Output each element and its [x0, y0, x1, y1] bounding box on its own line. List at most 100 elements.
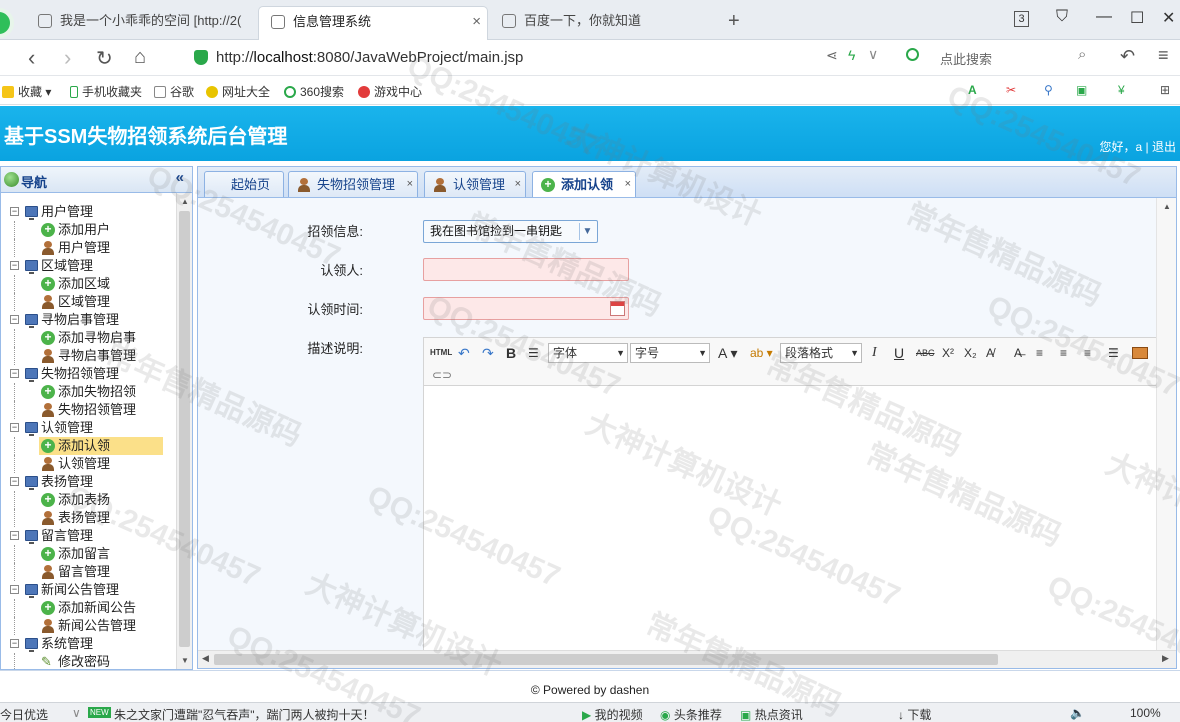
bookmark-sites[interactable]: 网址大全: [206, 83, 270, 100]
browser-logo-icon[interactable]: [0, 8, 14, 38]
news-ticker[interactable]: 朱之文家门遭踹"忍气吞声"，踹门两人被拘十天！: [114, 706, 375, 722]
download-link[interactable]: ↓ 下载: [898, 706, 931, 722]
chevron-down-icon[interactable]: ∨: [72, 706, 81, 720]
align-center-icon[interactable]: ≡: [1060, 344, 1067, 362]
font-family-select[interactable]: 字体 ▼: [548, 343, 628, 363]
align-right-icon[interactable]: ≡: [1084, 344, 1091, 362]
logout-link[interactable]: 退出: [1152, 140, 1176, 154]
daily-picks[interactable]: 今日优选: [0, 706, 48, 722]
url-bar[interactable]: http://localhost:8080/JavaWebProject/mai…: [188, 44, 828, 72]
new-tab-icon[interactable]: +: [728, 10, 740, 33]
collapse-toggle-icon[interactable]: −: [10, 423, 19, 432]
maximize-icon[interactable]: ☐: [1130, 8, 1144, 28]
headlines-link[interactable]: ◉ 头条推荐: [660, 706, 722, 722]
paragraph-select[interactable]: 段落格式 ▼: [780, 343, 862, 363]
undo-icon[interactable]: ↶: [1120, 46, 1135, 67]
claim-info-select[interactable]: 我在图书馆捡到一串钥匙 ▼: [423, 220, 598, 243]
scroll-up-icon[interactable]: ▲: [181, 197, 189, 206]
strikethrough-button[interactable]: ABC: [916, 344, 935, 362]
chevron-down-icon[interactable]: ∨: [868, 46, 878, 63]
format-icon[interactable]: ☰: [528, 344, 539, 362]
content-vertical-scrollbar[interactable]: ▲: [1156, 198, 1176, 650]
undo-icon[interactable]: ↶: [458, 344, 470, 362]
claimant-input[interactable]: [423, 258, 629, 281]
home-icon[interactable]: ⌂: [134, 46, 146, 69]
close-tab-icon[interactable]: ×: [407, 172, 413, 197]
minimize-icon[interactable]: —: [1096, 8, 1112, 26]
apps-icon[interactable]: ⊞: [1160, 83, 1170, 97]
underline-button[interactable]: U: [894, 344, 904, 362]
scroll-thumb[interactable]: [179, 211, 190, 647]
close-tab-icon[interactable]: ×: [515, 172, 521, 197]
menu-icon[interactable]: ≡: [1158, 45, 1169, 66]
collapse-toggle-icon[interactable]: −: [10, 585, 19, 594]
tab-lost-found-manage[interactable]: 失物招领管理 ×: [288, 171, 418, 198]
scroll-right-icon[interactable]: ▶: [1162, 653, 1169, 664]
sidebar-scrollbar[interactable]: ▲ ▼: [176, 193, 192, 669]
browser-tab-2[interactable]: 信息管理系统 ×: [258, 6, 488, 40]
highlight-icon[interactable]: ab ▾: [750, 344, 773, 362]
bookmark-mobile[interactable]: 手机收藏夹: [70, 83, 142, 100]
justify-icon[interactable]: ☰: [1108, 344, 1119, 362]
zoom-level[interactable]: 100%: [1130, 706, 1161, 720]
bold-button[interactable]: B: [506, 344, 516, 362]
collapse-toggle-icon[interactable]: −: [10, 369, 19, 378]
volume-icon[interactable]: 🔈: [1070, 706, 1085, 720]
gamepad-icon[interactable]: ▣: [1076, 83, 1087, 97]
image-icon[interactable]: [1132, 347, 1148, 359]
italic-button[interactable]: I: [872, 344, 877, 362]
bookmark-google[interactable]: 谷歌: [154, 83, 194, 100]
superscript-button[interactable]: X²: [942, 344, 954, 362]
hot-news-link[interactable]: ▣ 热点资讯: [740, 706, 803, 722]
collapse-toggle-icon[interactable]: −: [10, 261, 19, 270]
bookmark-games[interactable]: 游戏中心: [358, 83, 422, 100]
bookmark-favorites[interactable]: 收藏 ▾: [2, 83, 51, 100]
format-painter-icon[interactable]: A̶: [1014, 344, 1022, 362]
calendar-icon[interactable]: [610, 301, 625, 316]
scissors-icon[interactable]: ✂: [1006, 83, 1016, 97]
close-window-icon[interactable]: ✕: [1162, 8, 1175, 28]
share-icon[interactable]: ⋖: [826, 47, 838, 64]
close-tab-icon[interactable]: ×: [472, 7, 481, 37]
scroll-left-icon[interactable]: ◀: [202, 653, 209, 664]
tab-count-badge[interactable]: 3: [1014, 11, 1029, 27]
search-input[interactable]: 点此搜索 ⌕: [900, 44, 1100, 72]
back-icon[interactable]: ‹: [28, 45, 35, 71]
collapse-toggle-icon[interactable]: −: [10, 315, 19, 324]
refresh-icon[interactable]: ↻: [96, 46, 113, 71]
clear-format-icon[interactable]: A̸: [986, 344, 994, 362]
tab-add-claim[interactable]: + 添加认领 ×: [532, 171, 636, 199]
font-size-select[interactable]: 字号 ▼: [630, 343, 710, 363]
link-icon[interactable]: ⊂⊃: [432, 366, 452, 384]
browser-tab-3[interactable]: 百度一下，你就知道: [490, 6, 718, 40]
bookmark-360[interactable]: 360搜索: [284, 83, 344, 100]
wallet-icon[interactable]: ¥: [1118, 83, 1125, 97]
collapse-icon[interactable]: «: [176, 169, 184, 186]
claim-time-input[interactable]: [423, 297, 629, 320]
redo-icon[interactable]: ↷: [482, 344, 494, 362]
browser-tab-1[interactable]: 我是一个小乖乖的空间 [http://2(: [26, 6, 254, 40]
close-tab-icon[interactable]: ×: [625, 172, 631, 197]
lightning-icon[interactable]: ϟ: [848, 47, 855, 63]
my-video-link[interactable]: ▶ 我的视频: [582, 706, 643, 722]
magnifier-icon[interactable]: ⚲: [1044, 83, 1053, 97]
collapse-toggle-icon[interactable]: −: [10, 477, 19, 486]
content-horizontal-scrollbar[interactable]: ◀ ▶: [198, 650, 1176, 668]
align-left-icon[interactable]: ≡: [1036, 344, 1043, 362]
scroll-thumb[interactable]: [214, 654, 998, 665]
font-color-button[interactable]: A ▾: [718, 344, 738, 362]
editor-content-area[interactable]: [424, 387, 1174, 657]
collapse-toggle-icon[interactable]: −: [10, 531, 19, 540]
scroll-up-icon[interactable]: ▲: [1163, 202, 1171, 211]
collapse-toggle-icon[interactable]: −: [10, 639, 19, 648]
forward-icon[interactable]: ›: [64, 45, 71, 71]
html-source-button[interactable]: HTML: [430, 344, 452, 362]
search-icon[interactable]: ⌕: [1078, 46, 1086, 63]
translate-icon[interactable]: A: [968, 83, 977, 97]
shirt-icon[interactable]: ⛉: [1056, 8, 1068, 26]
collapse-toggle-icon[interactable]: −: [10, 207, 19, 216]
tab-home[interactable]: 起始页: [204, 171, 284, 198]
subscript-button[interactable]: X₂: [964, 344, 977, 362]
scroll-down-icon[interactable]: ▼: [181, 656, 189, 665]
tab-claim-manage[interactable]: 认领管理 ×: [424, 171, 526, 198]
